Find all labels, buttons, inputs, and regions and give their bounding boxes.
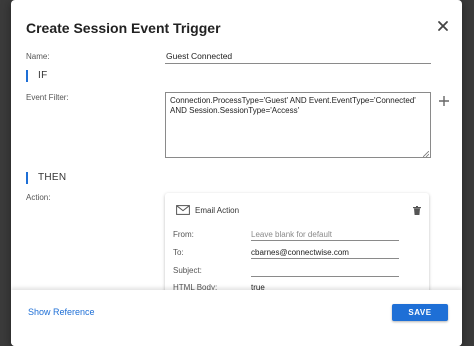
show-reference-link[interactable]: Show Reference bbox=[28, 307, 95, 317]
close-icon bbox=[438, 21, 448, 31]
resize-grip-icon[interactable] bbox=[423, 151, 429, 157]
from-input[interactable] bbox=[251, 228, 399, 241]
event-filter-input[interactable]: Connection.ProcessType='Guest' AND Event… bbox=[165, 92, 431, 158]
create-trigger-dialog: Create Session Event Trigger Name: IF Ev… bbox=[11, 0, 462, 346]
then-section-bar bbox=[26, 172, 28, 184]
event-filter-label: Event Filter: bbox=[26, 93, 69, 102]
name-input[interactable] bbox=[165, 49, 431, 64]
if-section-label: IF bbox=[38, 70, 48, 81]
subject-input[interactable] bbox=[251, 264, 399, 277]
trash-icon bbox=[413, 206, 421, 215]
to-input[interactable] bbox=[251, 246, 399, 259]
to-label: To: bbox=[173, 248, 184, 257]
envelope-icon bbox=[176, 205, 190, 215]
save-button[interactable]: SAVE bbox=[392, 304, 448, 321]
email-action-title: Email Action bbox=[195, 206, 240, 215]
if-section-bar bbox=[26, 70, 28, 82]
dialog-footer: Show Reference SAVE bbox=[11, 290, 462, 346]
backdrop-right bbox=[462, 0, 474, 346]
close-button[interactable] bbox=[435, 18, 451, 34]
delete-action-button[interactable] bbox=[413, 202, 421, 220]
dialog-title: Create Session Event Trigger bbox=[26, 20, 221, 36]
backdrop-left bbox=[0, 0, 11, 346]
from-label: From: bbox=[173, 230, 194, 239]
plus-icon bbox=[439, 96, 449, 106]
action-label: Action: bbox=[26, 193, 51, 202]
subject-label: Subject: bbox=[173, 266, 202, 275]
email-action-card: Email Action From: To: Subject: HTML Bod… bbox=[165, 193, 429, 303]
then-section-label: THEN bbox=[38, 172, 67, 183]
name-label: Name: bbox=[26, 52, 50, 61]
add-filter-button[interactable] bbox=[438, 94, 450, 106]
